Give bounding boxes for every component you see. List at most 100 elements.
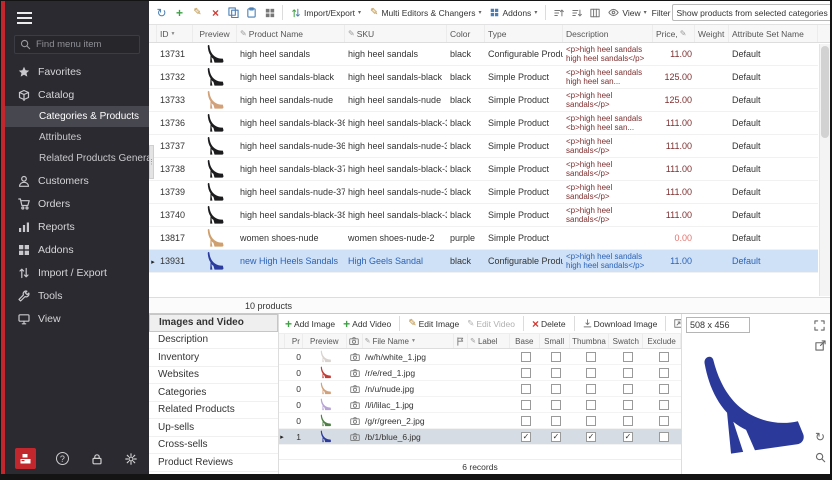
image-row[interactable]: ▸ 0 /n/u/nude.jpg bbox=[279, 381, 681, 397]
menu-toggle-icon[interactable] bbox=[5, 1, 45, 33]
detail-tab[interactable]: Inventory bbox=[149, 349, 278, 367]
delete-image-button[interactable]: ×Delete bbox=[529, 316, 569, 332]
grid-scrollbar[interactable] bbox=[819, 44, 830, 296]
help-icon[interactable]: ? bbox=[54, 451, 70, 467]
open-external-icon[interactable] bbox=[813, 338, 827, 352]
header-price[interactable]: Price,✎ bbox=[653, 25, 695, 42]
rotate-icon[interactable]: ↻ bbox=[813, 430, 827, 444]
sidebar-item-customers[interactable]: Customers bbox=[5, 169, 149, 192]
detail-tab[interactable]: Product Reviews bbox=[149, 454, 278, 472]
header-description[interactable]: Description bbox=[563, 25, 653, 42]
swatch-checkbox[interactable] bbox=[623, 400, 633, 410]
base-checkbox[interactable] bbox=[521, 368, 531, 378]
swatch-checkbox[interactable] bbox=[623, 384, 633, 394]
lock-icon[interactable] bbox=[89, 451, 105, 467]
detail-tab[interactable]: Categories bbox=[149, 384, 278, 402]
sidebar-item-related-products-generator[interactable]: Related Products Generator bbox=[5, 148, 149, 169]
image-row[interactable]: ▸ 0 /w/h/white_1.jpg bbox=[279, 349, 681, 365]
image-row[interactable]: ▸ 0 /g/r/green_2.jpg bbox=[279, 413, 681, 429]
small-checkbox[interactable] bbox=[551, 432, 561, 442]
table-row[interactable]: ▸ 13731 high heel sandals high heel sand… bbox=[149, 43, 818, 66]
search-input[interactable] bbox=[36, 39, 134, 50]
detail-tab[interactable]: Cross-sells bbox=[149, 437, 278, 455]
edit-product-button[interactable]: ✎ bbox=[189, 4, 206, 22]
sidebar-item-categories-products[interactable]: Categories & Products bbox=[5, 106, 149, 127]
sidebar-item-favorites[interactable]: Favorites bbox=[5, 60, 149, 83]
filter-select[interactable]: Show products from selected categories ▾ bbox=[672, 4, 830, 21]
header-file-name[interactable]: ✎File Name▼ bbox=[363, 334, 455, 348]
thumbnail-checkbox[interactable] bbox=[586, 352, 596, 362]
header-exclude[interactable]: Exclude bbox=[643, 334, 681, 348]
image-row[interactable]: ▸ 0 /r/e/red_1.jpg bbox=[279, 365, 681, 381]
sidebar-item-view[interactable]: View bbox=[5, 307, 149, 330]
store-manager-logo[interactable] bbox=[15, 448, 36, 469]
header-flag[interactable] bbox=[454, 334, 468, 348]
header-camera[interactable] bbox=[347, 334, 363, 348]
base-checkbox[interactable] bbox=[521, 416, 531, 426]
sidebar-item-addons[interactable]: Addons bbox=[5, 238, 149, 261]
zoom-icon[interactable] bbox=[813, 450, 827, 464]
header-color[interactable]: Color bbox=[447, 25, 485, 42]
image-row[interactable]: ▸ 1 /b/1/blue_6.jpg bbox=[279, 429, 681, 445]
exclude-checkbox[interactable] bbox=[659, 352, 669, 362]
sidebar-item-tools[interactable]: Tools bbox=[5, 284, 149, 307]
table-row[interactable]: ▸ 13737 high heel sandals-nude-36 high h… bbox=[149, 135, 818, 158]
view-menu[interactable]: View ▾ bbox=[604, 5, 650, 20]
sidebar-item-orders[interactable]: Orders bbox=[5, 192, 149, 215]
swatch-checkbox[interactable] bbox=[623, 416, 633, 426]
fullscreen-icon[interactable] bbox=[812, 318, 826, 332]
add-image-button[interactable]: +Add Image bbox=[282, 316, 338, 332]
thumbnail-checkbox[interactable] bbox=[586, 384, 596, 394]
table-row[interactable]: ▸ 13817 women shoes-nude women shoes-nud… bbox=[149, 227, 818, 250]
swatch-checkbox[interactable] bbox=[623, 432, 633, 442]
import-export-menu[interactable]: Import/Export ▾ bbox=[287, 6, 365, 20]
scrollbar-thumb[interactable] bbox=[821, 46, 829, 138]
table-row[interactable]: ▸ 13733 high heel sandals-nude high heel… bbox=[149, 89, 818, 112]
header-weight[interactable]: Weight bbox=[695, 25, 729, 42]
add-product-button[interactable]: + bbox=[171, 4, 188, 22]
header-base[interactable]: Base bbox=[510, 334, 540, 348]
edit-video-button[interactable]: ✎Edit Video bbox=[464, 317, 518, 330]
gear-icon[interactable] bbox=[123, 451, 139, 467]
thumbnail-checkbox[interactable] bbox=[586, 400, 596, 410]
resize-dimensions-input[interactable] bbox=[686, 317, 750, 333]
header-thumbnail[interactable]: Thumbna bbox=[570, 334, 610, 348]
delete-product-button[interactable]: × bbox=[207, 4, 224, 22]
header-sku[interactable]: ✎SKU bbox=[345, 25, 447, 42]
table-row[interactable]: ▸ 13732 high heel sandals-black high hee… bbox=[149, 66, 818, 89]
sort-desc-button[interactable] bbox=[568, 4, 585, 22]
thumbnail-checkbox[interactable] bbox=[586, 368, 596, 378]
table-row[interactable]: ▸ 13931 new High Heels Sandals High Geel… bbox=[149, 250, 818, 273]
sidebar-search[interactable] bbox=[14, 35, 140, 54]
grid-settings-button[interactable] bbox=[261, 4, 278, 22]
header-attribute-set[interactable]: Attribute Set Name bbox=[729, 25, 818, 42]
small-checkbox[interactable] bbox=[551, 400, 561, 410]
image-row[interactable]: ▸ 0 /l/i/lilac_1.jpg bbox=[279, 397, 681, 413]
header-type[interactable]: Type bbox=[485, 25, 563, 42]
thumbnail-checkbox[interactable] bbox=[586, 416, 596, 426]
addons-menu[interactable]: Addons ▾ bbox=[486, 6, 541, 20]
exclude-checkbox[interactable] bbox=[659, 416, 669, 426]
header-small[interactable]: Small bbox=[540, 334, 570, 348]
header-position[interactable]: Pr bbox=[285, 334, 303, 348]
exclude-checkbox[interactable] bbox=[659, 384, 669, 394]
table-row[interactable]: ▸ 13736 high heel sandals-black-36 high … bbox=[149, 112, 818, 135]
table-row[interactable]: ▸ 13740 high heel sandals-black-38 high … bbox=[149, 204, 818, 227]
sidebar-item-import-export[interactable]: Import / Export bbox=[5, 261, 149, 284]
small-checkbox[interactable] bbox=[551, 416, 561, 426]
detail-tab[interactable]: Up-sells bbox=[149, 419, 278, 437]
exclude-checkbox[interactable] bbox=[659, 400, 669, 410]
sort-asc-button[interactable] bbox=[550, 4, 567, 22]
detail-tab[interactable]: Websites bbox=[149, 367, 278, 385]
header-label[interactable]: ✎Label bbox=[468, 334, 510, 348]
multi-editors-menu[interactable]: ✎ Multi Editors & Changers ▾ bbox=[366, 5, 485, 20]
table-row[interactable]: ▸ 13739 high heel sandals-nude-37 high h… bbox=[149, 181, 818, 204]
header-product-name[interactable]: ✎Product Name bbox=[237, 25, 345, 42]
swatch-checkbox[interactable] bbox=[623, 368, 633, 378]
detail-tab[interactable]: Related Products bbox=[149, 402, 278, 420]
thumbnail-checkbox[interactable] bbox=[586, 432, 596, 442]
paste-button[interactable] bbox=[243, 4, 260, 22]
base-checkbox[interactable] bbox=[521, 384, 531, 394]
base-checkbox[interactable] bbox=[521, 432, 531, 442]
copy-button[interactable] bbox=[225, 4, 242, 22]
